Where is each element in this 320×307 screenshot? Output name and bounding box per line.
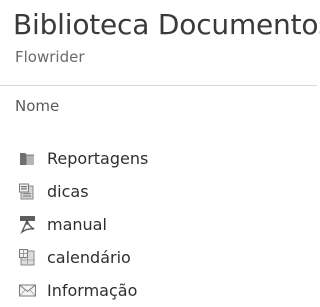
spreadsheet-icon [18,248,37,267]
library-subtitle: Flowrider [15,48,85,66]
list-item-calendario[interactable]: calendário [0,241,148,274]
email-icon [18,281,37,300]
document-icon [18,182,37,201]
list-item-label: dicas [47,182,89,201]
folder-icon [18,149,37,168]
column-header-name[interactable]: Nome [15,96,59,116]
list-item-informacao[interactable]: Informação [0,274,148,307]
pdf-icon [18,215,37,235]
list-item-reportagens[interactable]: Reportagens [0,142,148,175]
list-item-label: Informação [47,281,138,300]
list-item-label: manual [47,215,107,234]
list-item-dicas[interactable]: dicas [0,175,148,208]
list-item-label: Reportagens [47,149,149,168]
library-title: Biblioteca Documentos [13,8,320,41]
list-item-manual[interactable]: manual [0,208,148,241]
list-item-label: calendário [47,248,131,267]
file-list: Reportagens dicas manual calendário Info… [0,142,148,307]
header-divider [0,85,317,86]
